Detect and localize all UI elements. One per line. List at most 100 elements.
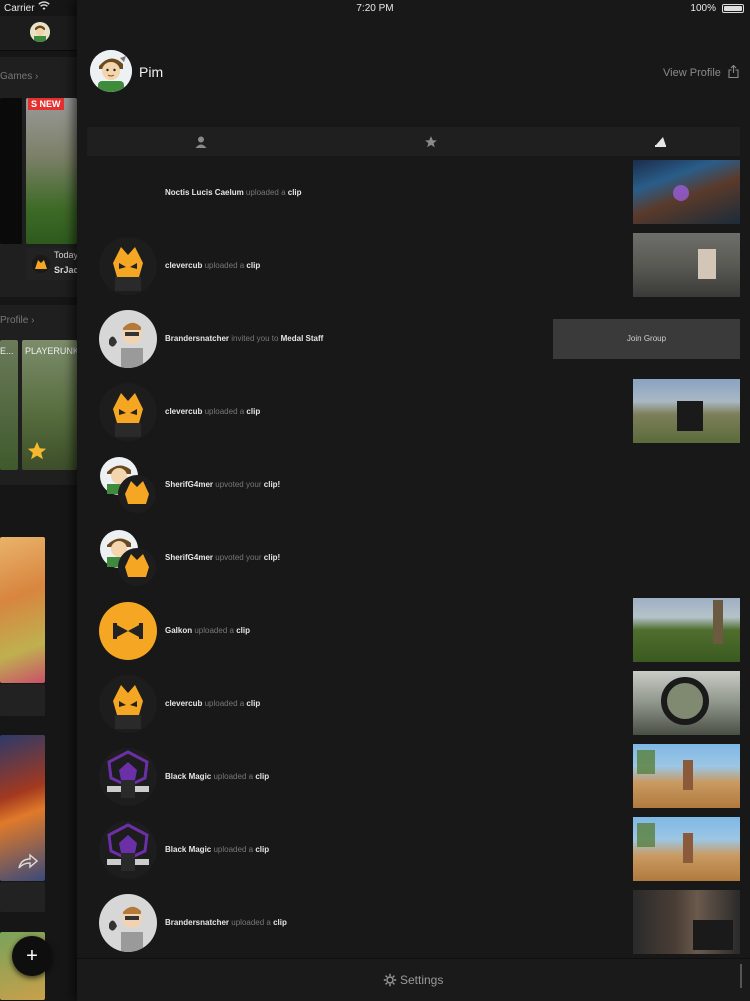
add-button[interactable]: + bbox=[12, 936, 52, 976]
notification-text: Brandersnatcher uploaded a clip bbox=[165, 918, 287, 927]
list-item[interactable]: Brandersnatcher uploaded a clip bbox=[87, 888, 740, 960]
notification-user[interactable]: Galkon bbox=[165, 626, 192, 635]
gear-icon bbox=[383, 973, 397, 992]
card-footer-2 bbox=[0, 684, 45, 716]
user-avatar[interactable] bbox=[99, 237, 157, 295]
mini-avatar[interactable] bbox=[30, 22, 50, 42]
settings-label: Settings bbox=[400, 973, 444, 987]
notification-action: uploaded a bbox=[231, 918, 271, 927]
battery-icon bbox=[722, 4, 744, 13]
clip-title: PLAYERUNK bbox=[25, 346, 77, 356]
status-time: 7:20 PM bbox=[356, 3, 394, 14]
notification-object[interactable]: clip! bbox=[264, 553, 280, 562]
notification-object[interactable]: clip bbox=[288, 188, 302, 197]
notification-text: Black Magic uploaded a clip bbox=[165, 845, 269, 854]
profile-link[interactable]: Profile › bbox=[0, 315, 34, 326]
notification-text: clevercub uploaded a clip bbox=[165, 699, 260, 708]
clip-title-left: E... bbox=[0, 346, 14, 356]
notification-user[interactable]: Brandersnatcher bbox=[165, 334, 229, 343]
list-item[interactable]: clevercub uploaded a clip bbox=[87, 231, 740, 303]
card-footer-3 bbox=[0, 882, 45, 912]
notification-user[interactable]: Noctis Lucis Caelum bbox=[165, 188, 244, 197]
notification-object[interactable]: clip bbox=[255, 845, 269, 854]
list-item[interactable]: clevercub uploaded a clip bbox=[87, 669, 740, 741]
list-item[interactable]: Galkon uploaded a clip bbox=[87, 596, 740, 668]
clip-card[interactable]: E... bbox=[0, 340, 18, 470]
battery-percent: 100% bbox=[690, 3, 716, 14]
notification-text: Galkon uploaded a clip bbox=[165, 626, 250, 635]
join-group-button[interactable]: Join Group bbox=[553, 319, 740, 359]
notification-user[interactable]: Brandersnatcher bbox=[165, 918, 229, 927]
user-avatar[interactable] bbox=[99, 456, 157, 514]
games-link[interactable]: Games › bbox=[0, 71, 38, 82]
clip-card-fire[interactable] bbox=[0, 735, 45, 881]
user-avatar[interactable] bbox=[99, 748, 157, 806]
clip-card-colorful[interactable] bbox=[0, 537, 45, 683]
clip-thumbnail[interactable] bbox=[633, 817, 740, 881]
notification-user[interactable]: Black Magic bbox=[165, 772, 211, 781]
notification-user[interactable]: clevercub bbox=[165, 261, 202, 270]
new-badge: S NEW bbox=[28, 98, 64, 110]
left-user-name: SrJac bbox=[54, 265, 77, 275]
tab-star-icon[interactable] bbox=[424, 135, 438, 149]
notification-text: clevercub uploaded a clip bbox=[165, 407, 260, 416]
list-item[interactable]: SherifG4mer upvoted your clip! bbox=[87, 450, 740, 522]
user-avatar[interactable] bbox=[99, 529, 157, 587]
game-card[interactable] bbox=[0, 98, 22, 244]
list-item[interactable]: Black Magic uploaded a clip bbox=[87, 742, 740, 814]
notification-action: uploaded a bbox=[204, 407, 245, 416]
tab-person-icon[interactable] bbox=[194, 135, 208, 149]
notification-user[interactable]: SherifG4mer bbox=[165, 553, 213, 562]
clip-thumbnail[interactable] bbox=[633, 379, 740, 443]
notification-object[interactable]: clip bbox=[246, 261, 260, 270]
share-icon bbox=[728, 64, 739, 81]
view-profile-link[interactable]: View Profile bbox=[663, 64, 739, 81]
notification-text: Black Magic uploaded a clip bbox=[165, 772, 269, 781]
card-footer bbox=[0, 248, 22, 280]
list-item[interactable]: Noctis Lucis Caelum uploaded a clip bbox=[87, 158, 740, 230]
notification-action: uploaded a bbox=[194, 626, 234, 635]
list-item[interactable]: SherifG4mer upvoted your clip! bbox=[87, 523, 740, 595]
user-avatar[interactable] bbox=[99, 310, 157, 368]
notification-user[interactable]: SherifG4mer bbox=[165, 480, 213, 489]
games-link-label: Games bbox=[0, 71, 33, 82]
user-avatar[interactable] bbox=[99, 821, 157, 879]
settings-bar[interactable]: Settings bbox=[77, 958, 750, 1001]
user-avatar[interactable] bbox=[99, 894, 157, 952]
tab-bullhorn-icon[interactable] bbox=[654, 135, 668, 149]
game-card-fortnite[interactable] bbox=[26, 98, 77, 244]
clip-thumbnail[interactable] bbox=[633, 671, 740, 735]
notification-object[interactable]: clip bbox=[236, 626, 250, 635]
share-arrow-icon[interactable] bbox=[18, 853, 39, 874]
notification-user[interactable]: Black Magic bbox=[165, 845, 211, 854]
notification-user[interactable]: clevercub bbox=[165, 699, 202, 708]
clip-thumbnail[interactable] bbox=[633, 598, 740, 662]
notification-object[interactable]: clip bbox=[246, 699, 260, 708]
notification-object[interactable]: clip! bbox=[264, 480, 280, 489]
user-avatar[interactable] bbox=[99, 602, 157, 660]
notification-action: invited you to bbox=[231, 334, 279, 343]
notification-action: upvoted your bbox=[215, 553, 262, 562]
clip-card-pubg[interactable]: PLAYERUNK bbox=[22, 340, 77, 470]
user-avatar[interactable] bbox=[99, 383, 157, 441]
list-item[interactable]: clevercub uploaded a clip bbox=[87, 377, 740, 449]
notification-action: uploaded a bbox=[213, 845, 254, 854]
clip-thumbnail[interactable] bbox=[633, 233, 740, 297]
notification-text: Noctis Lucis Caelum uploaded a clip bbox=[165, 188, 302, 197]
scrollbar[interactable] bbox=[740, 964, 742, 988]
profile-panel: Pim View Profile Noctis Lucis Caelum upl… bbox=[77, 0, 750, 1001]
notification-object[interactable]: clip bbox=[246, 407, 260, 416]
clip-thumbnail[interactable] bbox=[633, 890, 740, 954]
left-top-bar bbox=[0, 16, 77, 51]
notification-object[interactable]: clip bbox=[255, 772, 269, 781]
profile-avatar[interactable] bbox=[90, 50, 132, 92]
notification-object[interactable]: clip bbox=[273, 918, 287, 927]
clip-thumbnail[interactable] bbox=[633, 744, 740, 808]
star-icon[interactable] bbox=[26, 440, 48, 467]
notification-object[interactable]: Medal Staff bbox=[281, 334, 324, 343]
user-avatar[interactable] bbox=[99, 675, 157, 733]
notification-user[interactable]: clevercub bbox=[165, 407, 202, 416]
clip-thumbnail[interactable] bbox=[633, 160, 740, 224]
notification-action: uploaded a bbox=[204, 699, 245, 708]
list-item[interactable]: Black Magic uploaded a clip bbox=[87, 815, 740, 887]
